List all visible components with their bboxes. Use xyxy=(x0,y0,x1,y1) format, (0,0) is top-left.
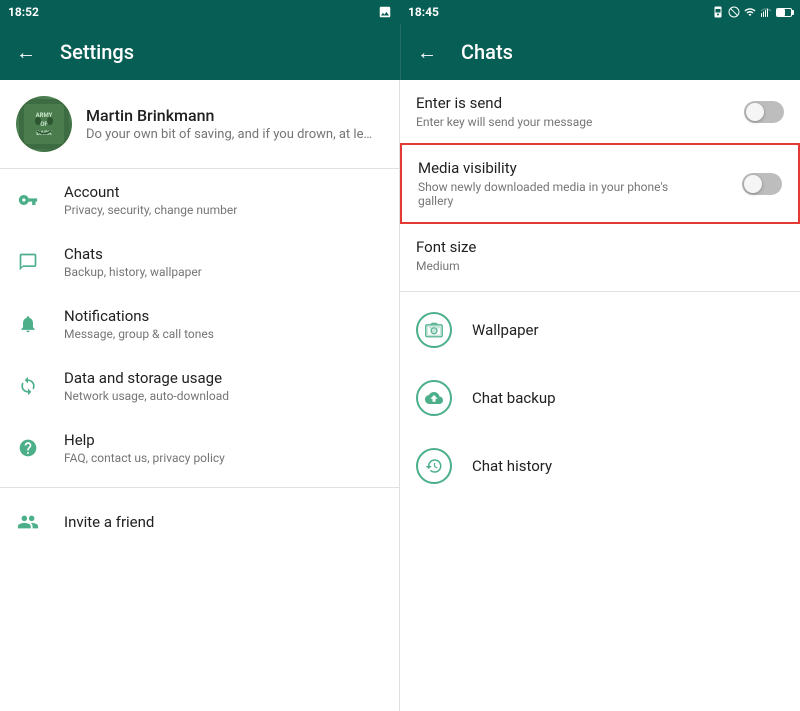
battery-icon xyxy=(776,8,792,17)
font-size-text: Font size Medium xyxy=(416,238,476,273)
account-subtitle: Privacy, security, change number xyxy=(64,203,237,217)
chats-setting-subtitle: Backup, history, wallpaper xyxy=(64,265,202,279)
right-status-icons xyxy=(712,6,792,18)
settings-title: Settings xyxy=(60,40,134,64)
settings-divider xyxy=(0,487,399,488)
help-title: Help xyxy=(64,431,225,449)
chats-title: Chats xyxy=(461,40,513,64)
invite-text: Invite a friend xyxy=(64,513,154,531)
sync-icon xyxy=(16,374,40,398)
help-icon xyxy=(16,436,40,460)
notifications-title: Notifications xyxy=(64,307,214,325)
settings-notifications-text: Notifications Message, group & call tone… xyxy=(64,307,214,341)
people-icon xyxy=(16,510,40,534)
avatar-image: ARMY OF DARK xyxy=(19,99,69,149)
settings-back-button[interactable]: ← xyxy=(16,40,36,65)
enter-is-send-toggle[interactable] xyxy=(744,101,784,123)
font-size-title: Font size xyxy=(416,238,476,256)
chat-history-label: Chat history xyxy=(472,457,552,475)
data-title: Data and storage usage xyxy=(64,369,229,387)
profile-section[interactable]: ARMY OF DARK Martin Brinkmann Do your ow… xyxy=(0,80,399,169)
enter-is-send-item[interactable]: Enter is send Enter key will send your m… xyxy=(400,80,800,143)
wallpaper-icon xyxy=(416,312,452,348)
block-icon xyxy=(728,6,740,18)
left-status-icons xyxy=(378,5,392,19)
settings-data-text: Data and storage usage Network usage, au… xyxy=(64,369,229,403)
chats-back-button[interactable]: ← xyxy=(417,40,437,65)
profile-status: Do your own bit of saving, and if you dr… xyxy=(86,127,372,142)
avatar: ARMY OF DARK xyxy=(16,96,72,152)
media-visibility-subtitle: Show newly downloaded media in your phon… xyxy=(418,180,678,208)
toggle-knob xyxy=(746,103,764,121)
left-time: 18:52 xyxy=(8,5,39,19)
settings-account-text: Account Privacy, security, change number xyxy=(64,183,237,217)
profile-name: Martin Brinkmann xyxy=(86,106,372,125)
chat-backup-item[interactable]: Chat backup xyxy=(400,364,800,432)
key-icon xyxy=(16,188,40,212)
chat-history-item[interactable]: Chat history xyxy=(400,432,800,500)
chats-setting-title: Chats xyxy=(64,245,202,263)
avatar-text: ARMY OF DARK xyxy=(17,97,71,151)
photo-icon xyxy=(378,5,392,19)
settings-panel: ARMY OF DARK Martin Brinkmann Do your ow… xyxy=(0,80,400,711)
signal-icon xyxy=(760,6,772,18)
backup-icon xyxy=(416,380,452,416)
help-subtitle: FAQ, contact us, privacy policy xyxy=(64,451,225,465)
data-subtitle: Network usage, auto-download xyxy=(64,389,229,403)
media-visibility-item[interactable]: Media visibility Show newly downloaded m… xyxy=(400,143,800,224)
enter-is-send-subtitle: Enter key will send your message xyxy=(416,115,592,129)
bell-icon xyxy=(16,312,40,336)
media-visibility-title: Media visibility xyxy=(418,159,678,177)
media-visibility-text: Media visibility Show newly downloaded m… xyxy=(418,159,678,208)
wallpaper-label: Wallpaper xyxy=(472,321,539,339)
sim-icon xyxy=(712,6,724,18)
font-size-item[interactable]: Font size Medium xyxy=(400,224,800,287)
wallpaper-item[interactable]: Wallpaper xyxy=(400,296,800,364)
settings-item-chats[interactable]: Chats Backup, history, wallpaper xyxy=(0,231,399,293)
enter-is-send-text: Enter is send Enter key will send your m… xyxy=(416,94,592,129)
settings-help-text: Help FAQ, contact us, privacy policy xyxy=(64,431,225,465)
settings-item-help[interactable]: Help FAQ, contact us, privacy policy xyxy=(0,417,399,479)
wifi-icon xyxy=(744,6,756,18)
history-icon xyxy=(416,448,452,484)
chats-divider xyxy=(400,291,800,292)
media-visibility-toggle[interactable] xyxy=(742,173,782,195)
chats-header: ← Chats xyxy=(400,24,800,80)
chat-icon xyxy=(16,250,40,274)
right-time: 18:45 xyxy=(408,5,439,19)
account-title: Account xyxy=(64,183,237,201)
settings-item-data-storage[interactable]: Data and storage usage Network usage, au… xyxy=(0,355,399,417)
media-visibility-knob xyxy=(744,175,762,193)
chat-backup-label: Chat backup xyxy=(472,389,556,407)
settings-item-account[interactable]: Account Privacy, security, change number xyxy=(0,169,399,231)
settings-header: ← Settings xyxy=(0,24,400,80)
settings-item-notifications[interactable]: Notifications Message, group & call tone… xyxy=(0,293,399,355)
invite-title: Invite a friend xyxy=(64,513,154,531)
settings-chats-text: Chats Backup, history, wallpaper xyxy=(64,245,202,279)
profile-info: Martin Brinkmann Do your own bit of savi… xyxy=(86,106,372,142)
settings-item-invite[interactable]: Invite a friend xyxy=(0,496,399,548)
left-status-bar: 18:52 xyxy=(0,0,400,24)
enter-is-send-title: Enter is send xyxy=(416,94,592,112)
right-status-bar: 18:45 xyxy=(400,0,800,24)
font-size-subtitle: Medium xyxy=(416,259,476,273)
chats-panel: Enter is send Enter key will send your m… xyxy=(400,80,800,711)
notifications-subtitle: Message, group & call tones xyxy=(64,327,214,341)
